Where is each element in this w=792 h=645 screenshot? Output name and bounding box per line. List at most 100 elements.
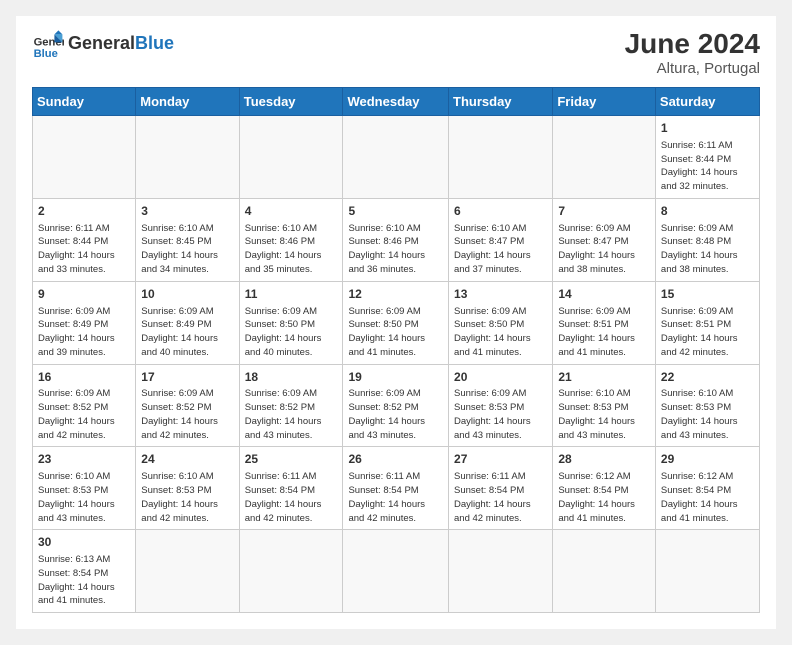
day-number: 25	[245, 451, 338, 468]
calendar-week-1: 2 Sunrise: 6:11 AM Sunset: 8:44 PM Daylig…	[33, 198, 760, 281]
day-info: Sunrise: 6:11 AM Sunset: 8:44 PM Dayligh…	[38, 222, 130, 277]
calendar-cell: 16Sunrise: 6:09 AM Sunset: 8:52 PM Dayli…	[33, 364, 136, 447]
weekday-header-monday: Monday	[136, 88, 239, 116]
day-info: Sunrise: 6:10 AM Sunset: 8:46 PM Dayligh…	[348, 222, 443, 277]
calendar-cell	[553, 530, 656, 613]
day-number: 13	[454, 286, 547, 303]
header: General Blue GeneralBlue June 2024 Altur…	[32, 28, 760, 77]
calendar-cell: 15 Sunrise: 6:09 AM Sunset: 8:51 PM Dayli…	[655, 281, 759, 364]
day-info: Sunrise: 6:09 AM Sunset: 8:50 PM Dayligh…	[245, 305, 338, 360]
title-block: June 2024 Altura, Portugal	[625, 28, 760, 77]
weekday-header-saturday: Saturday	[655, 88, 759, 116]
calendar-cell: 17Sunrise: 6:09 AM Sunset: 8:52 PM Dayli…	[136, 364, 239, 447]
calendar-cell: 30Sunrise: 6:13 AM Sunset: 8:54 PM Dayli…	[33, 530, 136, 613]
calendar-cell	[449, 116, 553, 199]
day-number: 7	[558, 203, 650, 220]
day-number: 15	[661, 286, 754, 303]
day-number: 5	[348, 203, 443, 220]
day-info: Sunrise: 6:09 AM Sunset: 8:49 PM Dayligh…	[38, 305, 130, 360]
day-number: 20	[454, 369, 547, 386]
day-info: Sunrise: 6:12 AM Sunset: 8:54 PM Dayligh…	[661, 470, 754, 525]
day-info: Sunrise: 6:10 AM Sunset: 8:53 PM Dayligh…	[661, 387, 754, 442]
calendar-cell: 10Sunrise: 6:09 AM Sunset: 8:49 PM Dayli…	[136, 281, 239, 364]
day-info: Sunrise: 6:09 AM Sunset: 8:52 PM Dayligh…	[38, 387, 130, 442]
day-number: 6	[454, 203, 547, 220]
calendar-cell: 28 Sunrise: 6:12 AM Sunset: 8:54 PM Dayli…	[553, 447, 656, 530]
logo: General Blue GeneralBlue	[32, 28, 174, 60]
weekday-header-thursday: Thursday	[449, 88, 553, 116]
calendar-cell: 20Sunrise: 6:09 AM Sunset: 8:53 PM Dayli…	[449, 364, 553, 447]
day-info: Sunrise: 6:10 AM Sunset: 8:45 PM Dayligh…	[141, 222, 233, 277]
logo-text: GeneralBlue	[68, 34, 174, 54]
day-info: Sunrise: 6:10 AM Sunset: 8:47 PM Dayligh…	[454, 222, 547, 277]
day-number: 2	[38, 203, 130, 220]
day-info: Sunrise: 6:09 AM Sunset: 8:49 PM Dayligh…	[141, 305, 233, 360]
day-info: Sunrise: 6:11 AM Sunset: 8:44 PM Dayligh…	[661, 139, 754, 194]
calendar-cell	[343, 116, 449, 199]
day-number: 1	[661, 120, 754, 137]
calendar-cell: 8Sunrise: 6:09 AM Sunset: 8:48 PM Daylig…	[655, 198, 759, 281]
calendar-cell: 14 Sunrise: 6:09 AM Sunset: 8:51 PM Dayli…	[553, 281, 656, 364]
calendar-cell: 2 Sunrise: 6:11 AM Sunset: 8:44 PM Daylig…	[33, 198, 136, 281]
day-info: Sunrise: 6:09 AM Sunset: 8:50 PM Dayligh…	[348, 305, 443, 360]
day-info: Sunrise: 6:09 AM Sunset: 8:51 PM Dayligh…	[661, 305, 754, 360]
weekday-header-wednesday: Wednesday	[343, 88, 449, 116]
calendar-cell: 19Sunrise: 6:09 AM Sunset: 8:52 PM Dayli…	[343, 364, 449, 447]
day-number: 11	[245, 286, 338, 303]
calendar-week-5: 30Sunrise: 6:13 AM Sunset: 8:54 PM Dayli…	[33, 530, 760, 613]
day-number: 26	[348, 451, 443, 468]
calendar-cell	[553, 116, 656, 199]
calendar-cell: 3 Sunrise: 6:10 AM Sunset: 8:45 PM Daylig…	[136, 198, 239, 281]
calendar-cell: 29 Sunrise: 6:12 AM Sunset: 8:54 PM Dayli…	[655, 447, 759, 530]
calendar-cell: 27Sunrise: 6:11 AM Sunset: 8:54 PM Dayli…	[449, 447, 553, 530]
calendar-week-3: 16Sunrise: 6:09 AM Sunset: 8:52 PM Dayli…	[33, 364, 760, 447]
calendar-cell	[239, 530, 343, 613]
day-number: 14	[558, 286, 650, 303]
calendar-cell	[449, 530, 553, 613]
day-number: 27	[454, 451, 547, 468]
day-number: 29	[661, 451, 754, 468]
calendar-cell: 13Sunrise: 6:09 AM Sunset: 8:50 PM Dayli…	[449, 281, 553, 364]
day-number: 9	[38, 286, 130, 303]
calendar-cell: 1 Sunrise: 6:11 AM Sunset: 8:44 PM Daylig…	[655, 116, 759, 199]
day-info: Sunrise: 6:09 AM Sunset: 8:52 PM Dayligh…	[245, 387, 338, 442]
calendar-week-2: 9 Sunrise: 6:09 AM Sunset: 8:49 PM Daylig…	[33, 281, 760, 364]
calendar-week-0: 1 Sunrise: 6:11 AM Sunset: 8:44 PM Daylig…	[33, 116, 760, 199]
day-info: Sunrise: 6:11 AM Sunset: 8:54 PM Dayligh…	[348, 470, 443, 525]
calendar-cell	[136, 116, 239, 199]
day-number: 21	[558, 369, 650, 386]
day-number: 24	[141, 451, 233, 468]
day-info: Sunrise: 6:09 AM Sunset: 8:51 PM Dayligh…	[558, 305, 650, 360]
calendar-week-4: 23 Sunrise: 6:10 AM Sunset: 8:53 PM Dayli…	[33, 447, 760, 530]
day-info: Sunrise: 6:09 AM Sunset: 8:52 PM Dayligh…	[141, 387, 233, 442]
day-number: 28	[558, 451, 650, 468]
calendar-cell: 22Sunrise: 6:10 AM Sunset: 8:53 PM Dayli…	[655, 364, 759, 447]
day-number: 19	[348, 369, 443, 386]
day-number: 23	[38, 451, 130, 468]
day-info: Sunrise: 6:12 AM Sunset: 8:54 PM Dayligh…	[558, 470, 650, 525]
day-number: 8	[661, 203, 754, 220]
calendar-cell: 23Sunrise: 6:10 AM Sunset: 8:53 PM Dayli…	[33, 447, 136, 530]
logo-icon: General Blue	[32, 28, 64, 60]
calendar-cell: 4Sunrise: 6:10 AM Sunset: 8:46 PM Daylig…	[239, 198, 343, 281]
weekday-header-friday: Friday	[553, 88, 656, 116]
day-info: Sunrise: 6:13 AM Sunset: 8:54 PM Dayligh…	[38, 553, 130, 608]
day-number: 22	[661, 369, 754, 386]
day-info: Sunrise: 6:10 AM Sunset: 8:53 PM Dayligh…	[141, 470, 233, 525]
calendar-cell	[136, 530, 239, 613]
calendar-cell: 6 Sunrise: 6:10 AM Sunset: 8:47 PM Daylig…	[449, 198, 553, 281]
calendar-cell: 26 Sunrise: 6:11 AM Sunset: 8:54 PM Dayli…	[343, 447, 449, 530]
day-info: Sunrise: 6:09 AM Sunset: 8:52 PM Dayligh…	[348, 387, 443, 442]
day-number: 3	[141, 203, 233, 220]
calendar-cell	[655, 530, 759, 613]
calendar-cell: 5 Sunrise: 6:10 AM Sunset: 8:46 PM Daylig…	[343, 198, 449, 281]
calendar-cell: 7Sunrise: 6:09 AM Sunset: 8:47 PM Daylig…	[553, 198, 656, 281]
calendar-cell: 11 Sunrise: 6:09 AM Sunset: 8:50 PM Dayli…	[239, 281, 343, 364]
weekday-header-sunday: Sunday	[33, 88, 136, 116]
day-number: 16	[38, 369, 130, 386]
calendar-cell: 25Sunrise: 6:11 AM Sunset: 8:54 PM Dayli…	[239, 447, 343, 530]
day-info: Sunrise: 6:10 AM Sunset: 8:46 PM Dayligh…	[245, 222, 338, 277]
day-number: 12	[348, 286, 443, 303]
day-info: Sunrise: 6:10 AM Sunset: 8:53 PM Dayligh…	[558, 387, 650, 442]
calendar-cell	[33, 116, 136, 199]
